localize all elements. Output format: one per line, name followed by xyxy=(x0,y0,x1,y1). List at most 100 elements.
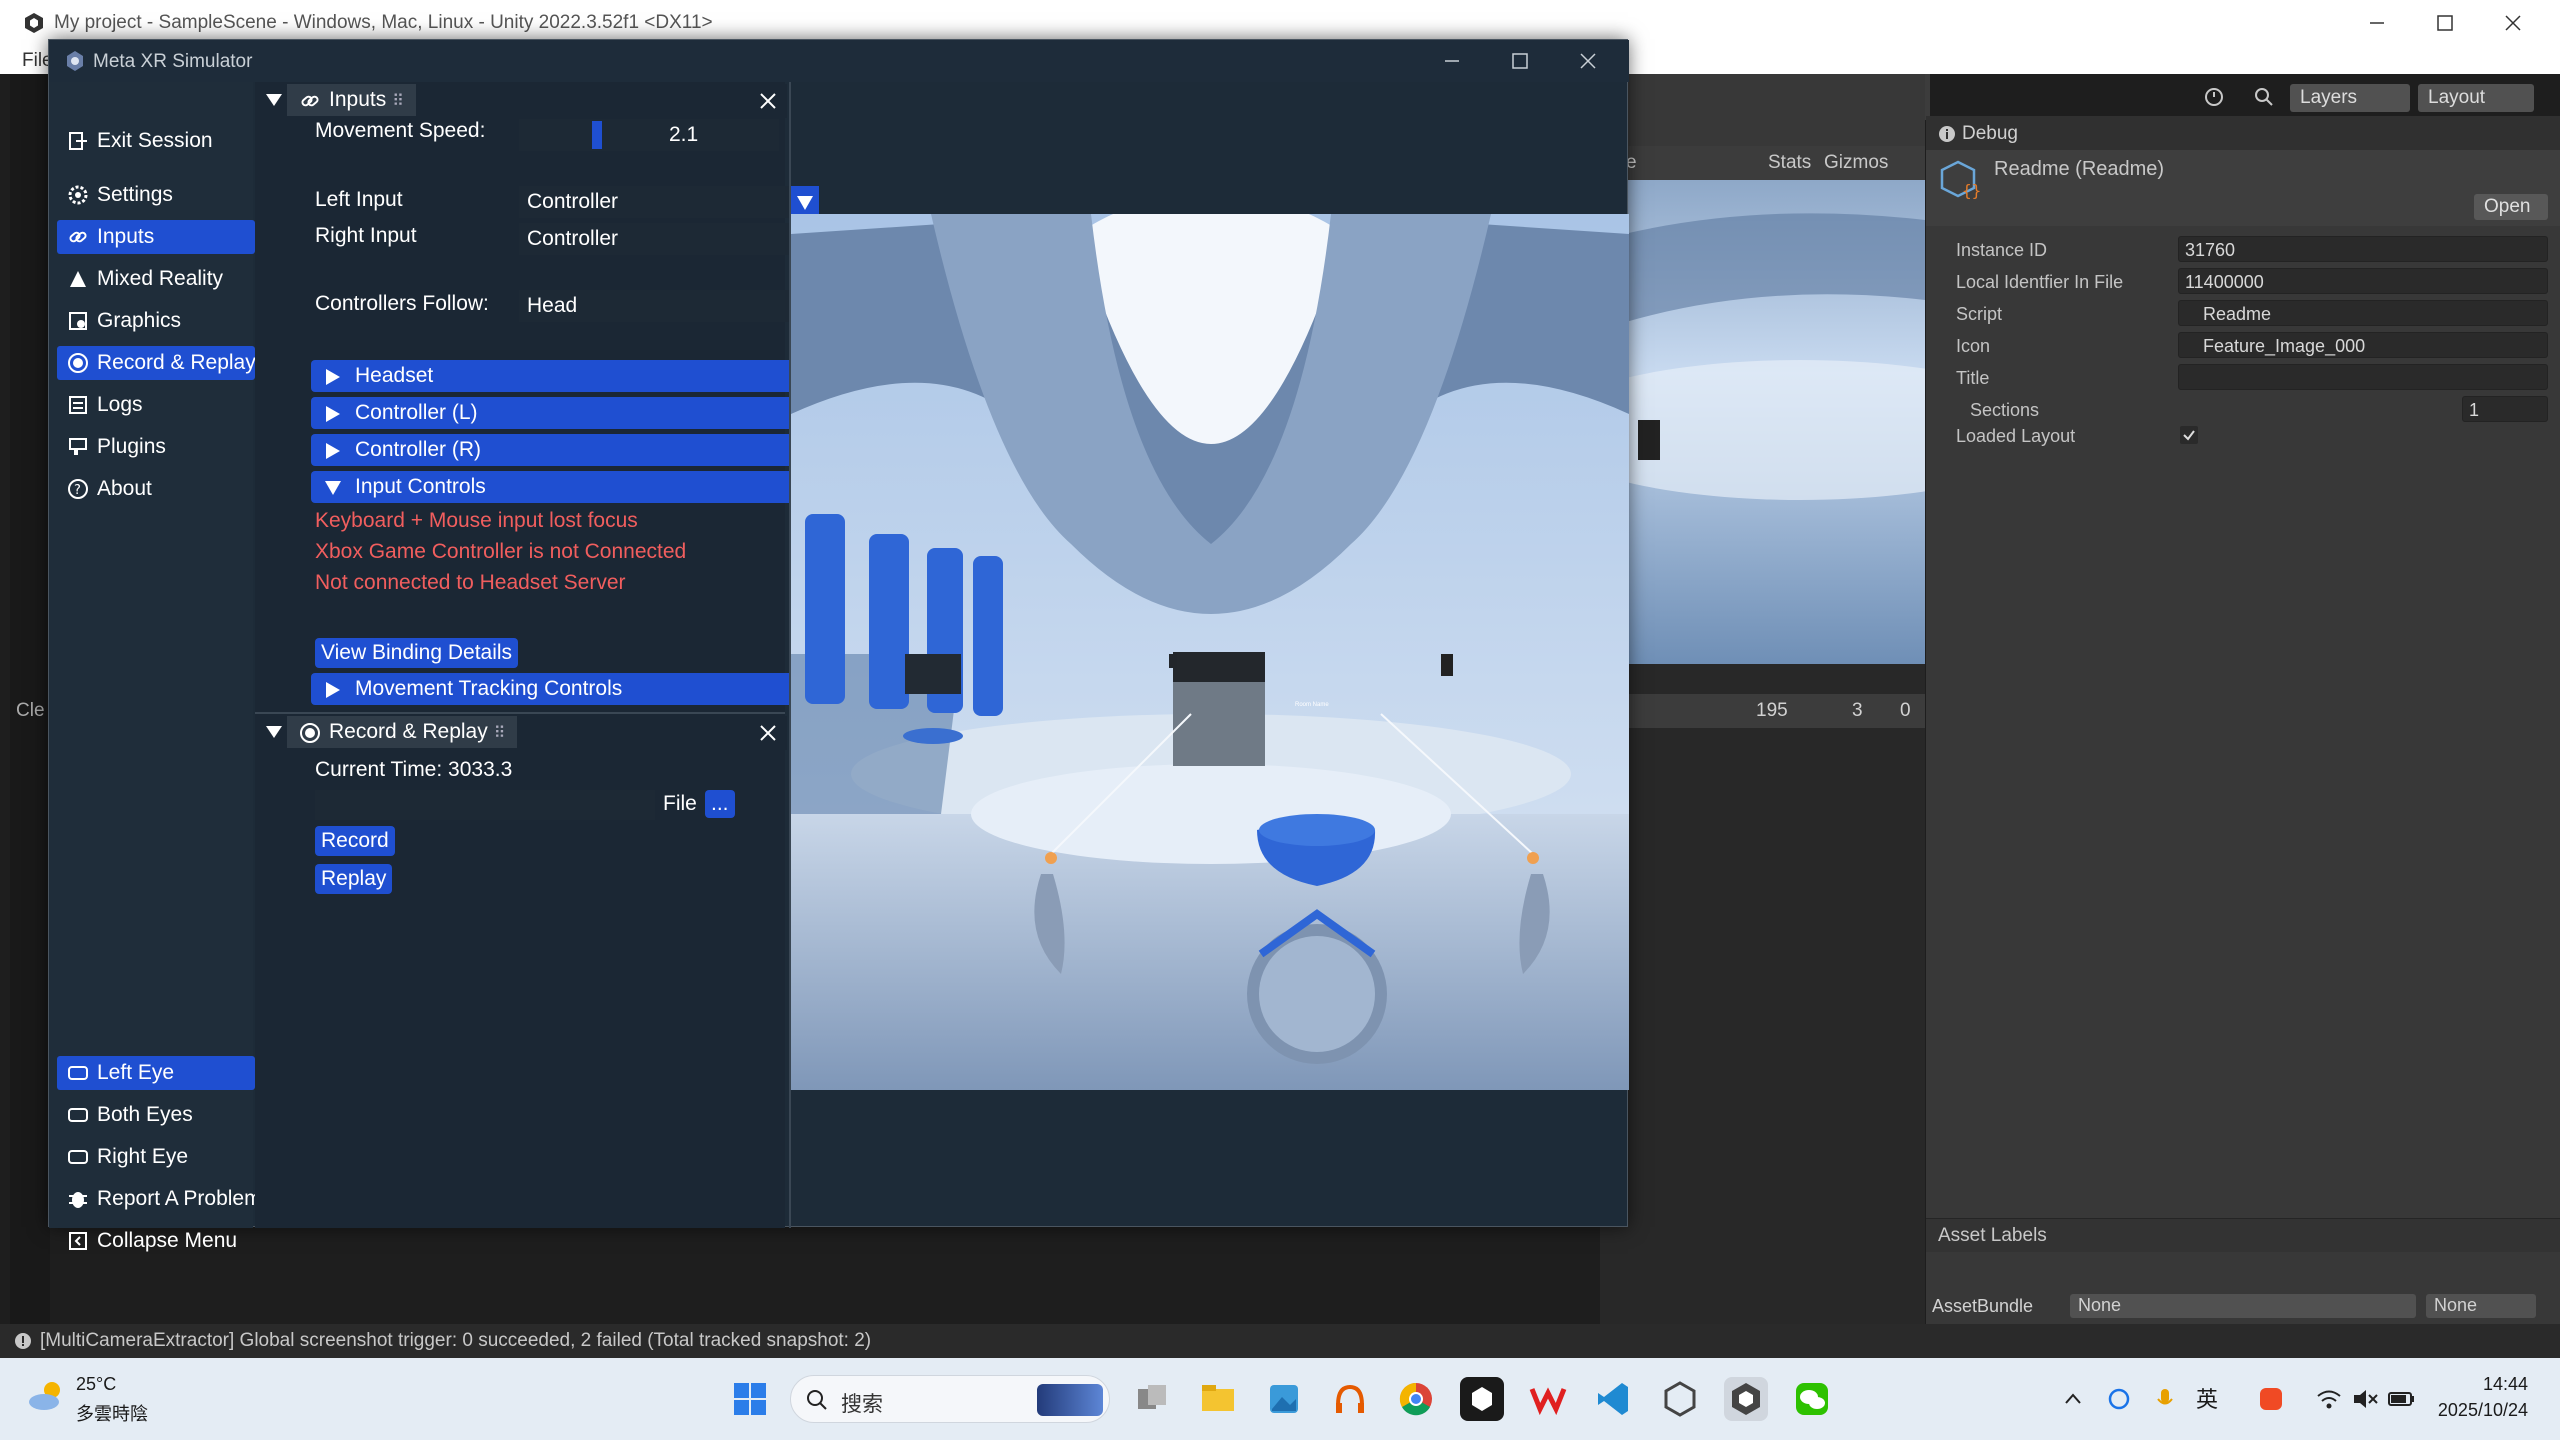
asset-bundle-variant-dropdown[interactable]: None xyxy=(2426,1294,2536,1318)
close-icon[interactable] xyxy=(2500,10,2526,36)
loaded-layout-checkbox[interactable] xyxy=(2180,426,2198,444)
title-field[interactable] xyxy=(2178,364,2548,390)
weather-icon[interactable] xyxy=(26,1378,66,1412)
scene-view[interactable] xyxy=(1600,180,1925,664)
nav-record-replay[interactable]: Record & Replay xyxy=(57,346,255,380)
ime-indicator[interactable]: 英 xyxy=(2196,1382,2218,1414)
chevron-up-icon[interactable] xyxy=(2058,1384,2088,1414)
sync-icon[interactable] xyxy=(2104,1384,2134,1414)
collapse-triangle-icon[interactable] xyxy=(265,725,283,739)
info-icon xyxy=(1938,125,1956,143)
clock-time[interactable]: 14:44 xyxy=(2483,1374,2528,1395)
nav-plugins[interactable]: Plugins xyxy=(57,430,255,464)
loaded-layout-label: Loaded Layout xyxy=(1956,426,2076,446)
local-identifier-field[interactable]: 11400000 xyxy=(2178,268,2548,294)
nav-mixed-reality[interactable]: Mixed Reality xyxy=(57,262,255,296)
maximize-icon[interactable] xyxy=(2432,10,2458,36)
foldout-headset[interactable]: Headset xyxy=(311,360,817,392)
replay-button[interactable]: Replay xyxy=(315,864,393,894)
wechat-icon[interactable] xyxy=(1790,1377,1834,1421)
inspector-tab-label[interactable]: Debug xyxy=(1962,123,2018,145)
foldout-controller-l[interactable]: Controller (L) xyxy=(311,397,817,429)
weather-description[interactable]: 多雲時陰 xyxy=(76,1400,148,1426)
history-icon[interactable] xyxy=(2200,84,2228,110)
left-input-dropdown[interactable]: Controller xyxy=(519,186,819,218)
controllers-follow-dropdown[interactable]: Head xyxy=(519,290,819,322)
file-explorer-icon[interactable] xyxy=(1196,1377,1240,1421)
foldout-controller-r[interactable]: Controller (R) xyxy=(311,434,817,466)
file-path-field[interactable] xyxy=(315,790,655,820)
close-panel-icon[interactable] xyxy=(759,724,777,742)
right-input-dropdown[interactable]: Controller xyxy=(519,223,819,255)
link-icon xyxy=(299,90,321,112)
file-browse-button[interactable]: ... xyxy=(705,790,735,818)
console-error-count[interactable]: 0 xyxy=(1900,700,1911,722)
unity-active-icon[interactable] xyxy=(1724,1377,1768,1421)
icon-field[interactable]: Feature_Image_000 xyxy=(2178,332,2548,358)
inputs-panel-tab[interactable]: Inputs ⠿ xyxy=(287,84,416,116)
nav-right-eye[interactable]: Right Eye xyxy=(57,1140,255,1174)
sogou-input-icon[interactable] xyxy=(2256,1384,2286,1414)
instance-id-field[interactable]: 31760 xyxy=(2178,236,2548,262)
open-button[interactable]: Open xyxy=(2474,194,2548,220)
script-field[interactable]: Readme xyxy=(2178,300,2548,326)
wps-office-icon[interactable] xyxy=(1526,1377,1570,1421)
gizmos-button[interactable]: Gizmos xyxy=(1824,152,1888,174)
nav-settings[interactable]: Settings xyxy=(57,178,255,212)
foldout-movement-tracking[interactable]: Movement Tracking Controls xyxy=(311,673,817,705)
movement-speed-slider[interactable]: 2.1 xyxy=(519,119,779,151)
sim-close-icon[interactable] xyxy=(1575,48,1601,74)
foldout-input-controls[interactable]: Input Controls xyxy=(311,471,817,503)
console-warning-count[interactable]: 3 xyxy=(1852,700,1863,722)
clock-date[interactable]: 2025/10/24 xyxy=(2438,1400,2528,1421)
battery-icon[interactable] xyxy=(2386,1384,2416,1414)
weather-temperature[interactable]: 25°C xyxy=(76,1374,116,1395)
nav-report-problem[interactable]: Report A Problem xyxy=(57,1182,255,1216)
nav-collapse-menu[interactable]: Collapse Menu xyxy=(57,1224,255,1258)
drag-handle-icon[interactable]: ⠿ xyxy=(392,93,404,110)
status-message[interactable]: [MultiCameraExtractor] Global screenshot… xyxy=(40,1330,871,1352)
sections-label[interactable]: Sections xyxy=(1970,400,2039,421)
plugins-icon xyxy=(67,436,89,458)
stats-button[interactable]: Stats xyxy=(1768,152,1811,174)
sim-minimize-icon[interactable] xyxy=(1439,48,1465,74)
photos-app-icon[interactable] xyxy=(1262,1377,1306,1421)
vr-viewport[interactable]: Room Name xyxy=(791,214,1629,1090)
taskbar-search-box[interactable]: 搜索 xyxy=(790,1375,1110,1423)
unity-hub-icon[interactable] xyxy=(1460,1377,1504,1421)
nav-left-eye[interactable]: Left Eye xyxy=(57,1056,255,1090)
search-icon[interactable] xyxy=(2250,84,2278,110)
chrome-icon[interactable] xyxy=(1394,1377,1438,1421)
layers-dropdown[interactable]: Layers xyxy=(2290,84,2410,112)
close-panel-icon[interactable] xyxy=(759,92,777,110)
unity-editor-icon[interactable] xyxy=(1658,1377,1702,1421)
layout-dropdown[interactable]: Layout xyxy=(2418,84,2534,112)
nav-both-eyes[interactable]: Both Eyes xyxy=(57,1098,255,1132)
view-binding-details-button[interactable]: View Binding Details xyxy=(315,638,519,668)
layers-label: Layers xyxy=(2300,87,2358,108)
microphone-icon[interactable] xyxy=(2150,1384,2180,1414)
console-clear-partial[interactable]: Cle xyxy=(16,700,45,722)
vscode-icon[interactable] xyxy=(1592,1377,1636,1421)
console-info-count[interactable]: 195 xyxy=(1756,700,1788,722)
wifi-icon[interactable] xyxy=(2314,1384,2344,1414)
nav-graphics[interactable]: Graphics xyxy=(57,304,255,338)
sections-count-field[interactable]: 1 xyxy=(2462,396,2548,422)
start-windows-icon[interactable] xyxy=(728,1377,772,1421)
headphones-app-icon[interactable] xyxy=(1328,1377,1372,1421)
sim-maximize-icon[interactable] xyxy=(1507,48,1533,74)
slider-knob[interactable] xyxy=(592,121,602,149)
nav-logs[interactable]: Logs xyxy=(57,388,255,422)
controllers-follow-label: Controllers Follow: xyxy=(315,292,489,315)
nav-about[interactable]: ? About xyxy=(57,472,255,506)
minimize-icon[interactable] xyxy=(2364,10,2390,36)
record-button[interactable]: Record xyxy=(315,826,395,856)
task-view-icon[interactable] xyxy=(1130,1377,1174,1421)
record-panel-tab[interactable]: Record & Replay ⠿ xyxy=(287,716,518,748)
nav-exit-session[interactable]: Exit Session xyxy=(57,124,255,158)
volume-muted-icon[interactable] xyxy=(2350,1384,2380,1414)
nav-inputs[interactable]: Inputs xyxy=(57,220,255,254)
collapse-triangle-icon[interactable] xyxy=(265,93,283,107)
drag-handle-icon[interactable]: ⠿ xyxy=(494,725,506,742)
asset-bundle-dropdown[interactable]: None xyxy=(2070,1294,2416,1318)
